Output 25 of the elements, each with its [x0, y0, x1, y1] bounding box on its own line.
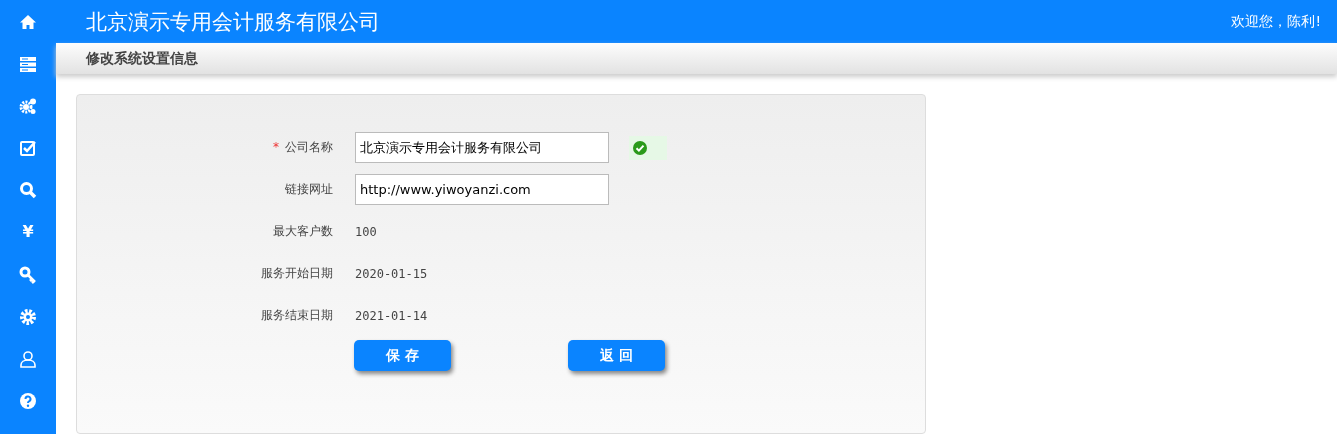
input-field[interactable]: http://www.yiwoyanzi.com: [355, 174, 609, 205]
search-icon[interactable]: [19, 181, 37, 200]
save-button[interactable]: 保 存: [354, 340, 451, 371]
input-field[interactable]: 北京演示专用会计服务有限公司: [355, 132, 609, 163]
home-icon[interactable]: [19, 13, 37, 31]
field-value: 2020-01-15: [355, 266, 428, 281]
checkbox-icon[interactable]: [19, 139, 37, 158]
page-title: 修改系统设置信息: [86, 49, 198, 68]
gears-icon[interactable]: [19, 97, 37, 116]
field-label: * 公司名称: [272, 139, 334, 156]
server-icon[interactable]: [19, 55, 37, 74]
field-label: 服务开始日期: [260, 265, 334, 282]
field-label: 最大客户数: [272, 223, 334, 240]
field-label: 链接网址: [284, 181, 334, 198]
key-icon[interactable]: [19, 265, 37, 284]
company-title: 北京演示专用会计服务有限公司: [86, 8, 380, 36]
welcome-text: 欢迎您，陈利!: [1231, 12, 1321, 31]
field-value: 2021-01-14: [355, 308, 428, 323]
sidebar-item[interactable]: ¥: [22, 223, 34, 242]
back-button[interactable]: 返 回: [568, 340, 665, 371]
field-label: 服务结束日期: [260, 307, 334, 324]
user-icon[interactable]: [19, 349, 37, 368]
field-value: 100: [355, 224, 377, 239]
help-icon[interactable]: [19, 391, 37, 410]
settings-icon[interactable]: [19, 307, 37, 326]
